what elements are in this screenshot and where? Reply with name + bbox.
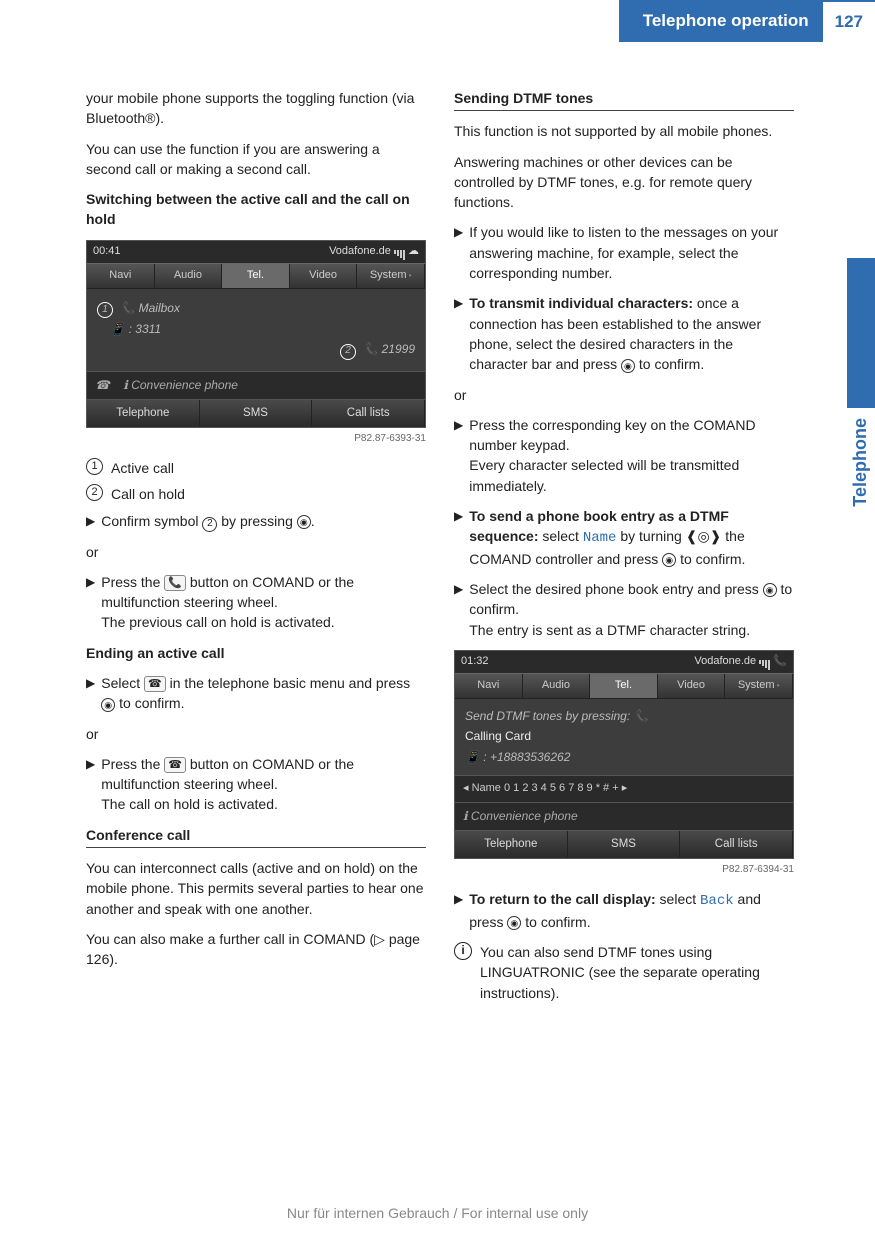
legend-2: 2Call on hold <box>86 484 426 504</box>
hangup-menu-icon: ☎ <box>144 676 166 692</box>
conference-para-2: You can also make a further call in COMA… <box>86 929 426 970</box>
step-select-entry: ▶ Select the desired phone book entry an… <box>454 579 794 640</box>
ss1-menu-tel: Tel. <box>222 264 290 288</box>
controller-turn-icon: ❰◎❱ <box>686 528 722 544</box>
controller-press-icon: ◉ <box>297 515 311 529</box>
ss2-menu-audio: Audio <box>523 674 591 698</box>
right-column: Sending DTMF tones This function is not … <box>454 88 794 1003</box>
step-return-display: ▶ To return to the call display: select … <box>454 889 794 932</box>
heading-ending-call: Ending an active call <box>86 643 426 663</box>
ss2-bottom-telephone: Telephone <box>455 831 568 858</box>
info-note: i You can also send DTMF tones using LIN… <box>454 942 794 1003</box>
step-select-hangup: ▶ Select ☎ in the telephone basic menu a… <box>86 673 426 714</box>
ss2-menu-tel: Tel. <box>590 674 658 698</box>
step-send-phonebook: ▶ To send a phone book entry as a DTMF s… <box>454 506 794 569</box>
or-3: or <box>454 385 794 405</box>
step-press-end-button: ▶ Press the ☎ button on COMAND or the mu… <box>86 754 426 815</box>
page-header: Telephone operation 127 <box>0 0 875 42</box>
page-number: 127 <box>823 0 875 42</box>
controller-press-icon: ◉ <box>507 916 521 930</box>
step-press-call-button: ▶ Press the 📞 button on COMAND or the mu… <box>86 572 426 633</box>
legend-1: 1Active call <box>86 458 426 478</box>
step-keypad: ▶ Press the corresponding key on the COM… <box>454 415 794 496</box>
ss1-carrier: Vodafone.de ☁ <box>329 244 419 260</box>
ss1-bottom-calllists: Call lists <box>312 400 425 427</box>
controller-press-icon: ◉ <box>662 553 676 567</box>
conference-para-1: You can interconnect calls (active and o… <box>86 858 426 919</box>
heading-switching: Switching between the active call and th… <box>86 189 426 230</box>
ss2-menu-navi: Navi <box>455 674 523 698</box>
intro-para-1: your mobile phone supports the toggling … <box>86 88 426 129</box>
ss2-menu-system: System <box>725 674 793 698</box>
or-2: or <box>86 724 426 744</box>
heading-dtmf: Sending DTMF tones <box>454 88 794 111</box>
or-1: or <box>86 542 426 562</box>
ss2-bottom-calllists: Call lists <box>680 831 793 858</box>
accept-call-button-icon: 📞 <box>164 575 186 591</box>
ss1-menu-navi: Navi <box>87 264 155 288</box>
ss1-bottom-sms: SMS <box>200 400 313 427</box>
controller-press-icon: ◉ <box>101 698 115 712</box>
controller-press-icon: ◉ <box>621 359 635 373</box>
ss2-carrier: Vodafone.de 📞 <box>694 654 787 670</box>
heading-conference: Conference call <box>86 825 426 848</box>
dtmf-para-1: This function is not supported by all mo… <box>454 121 794 141</box>
intro-para-2: You can use the function if you are answ… <box>86 139 426 180</box>
ss1-menu-video: Video <box>290 264 358 288</box>
ss2-time: 01:32 <box>461 654 489 670</box>
header-title: Telephone operation <box>619 0 823 42</box>
step-confirm-symbol: ▶ Confirm symbol 2 by pressing ◉. <box>86 511 426 532</box>
footer-watermark: Nur für internen Gebrauch / For internal… <box>0 1203 875 1223</box>
ss2-bottom-sms: SMS <box>568 831 681 858</box>
end-call-button-icon: ☎ <box>164 757 186 773</box>
menu-back-word: Back <box>700 893 734 909</box>
ss1-menu-audio: Audio <box>155 264 223 288</box>
ss1-bottom-telephone: Telephone <box>87 400 200 427</box>
left-column: your mobile phone supports the toggling … <box>86 88 426 1003</box>
side-tab-label: Telephone <box>847 418 873 507</box>
ss2-menu-video: Video <box>658 674 726 698</box>
dtmf-para-2: Answering machines or other devices can … <box>454 152 794 213</box>
step-listen-messages: ▶ If you would like to listen to the mes… <box>454 222 794 283</box>
ss1-caption: P82.87-6393-31 <box>86 432 426 447</box>
ss1-menu-system: System <box>357 264 425 288</box>
info-icon: i <box>454 942 472 960</box>
ss1-time: 00:41 <box>93 244 121 260</box>
screenshot-dtmf: 01:32 Vodafone.de 📞 Navi Audio Tel. Vide… <box>454 650 794 859</box>
side-tab-block <box>847 258 875 408</box>
menu-name-word: Name <box>583 530 617 546</box>
screenshot-call-toggle: 00:41 Vodafone.de ☁ Navi Audio Tel. Vide… <box>86 240 426 428</box>
ss2-caption: P82.87-6394-31 <box>454 863 794 878</box>
controller-press-icon: ◉ <box>763 583 777 597</box>
step-transmit-chars: ▶ To transmit individual characters: onc… <box>454 293 794 374</box>
